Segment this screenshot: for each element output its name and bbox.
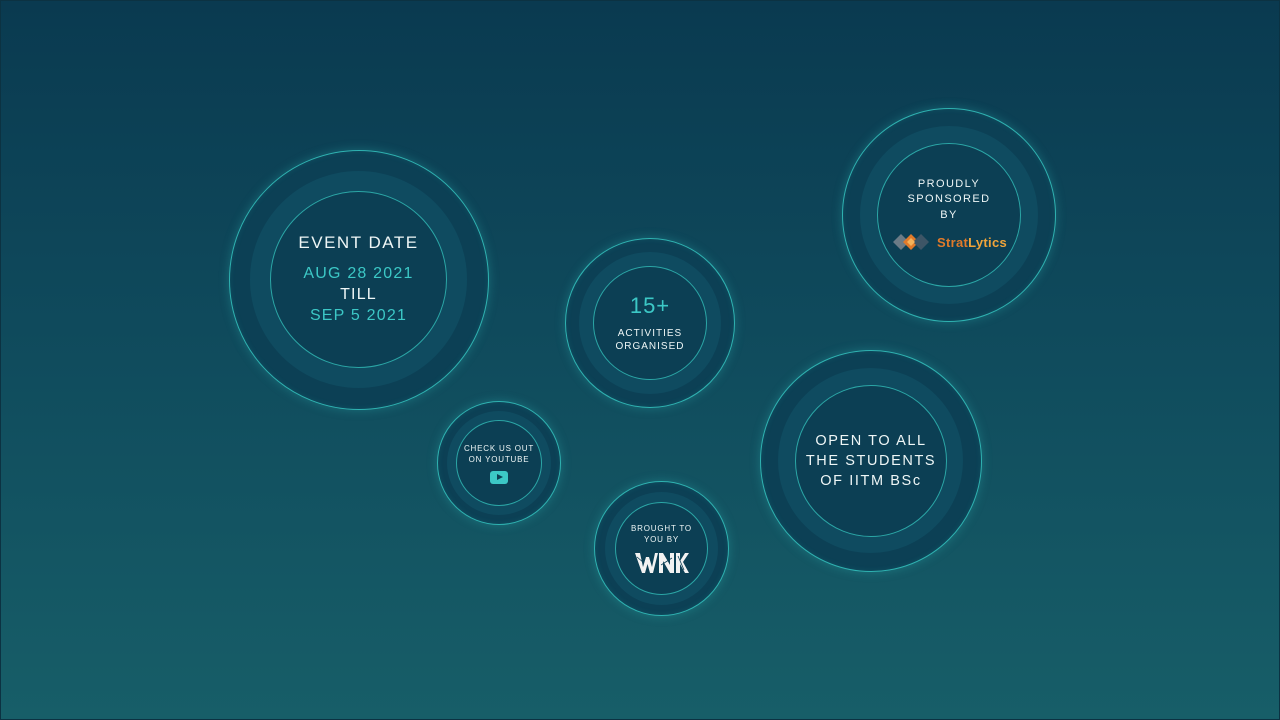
sponsor-logo-text: StratLytics xyxy=(936,234,1007,250)
activities-inner: 15+ ACTIVITIES ORGANISED xyxy=(593,266,707,380)
eligibility-inner: OPEN TO ALL THE STUDENTS OF IITM BSc xyxy=(795,385,947,537)
activities-label-line1: ACTIVITIES xyxy=(617,328,683,339)
activities-count: 15+ xyxy=(629,293,671,318)
eligibility-bubble: OPEN TO ALL THE STUDENTS OF IITM BSc xyxy=(760,350,982,572)
youtube-label-line2: ON YOUTUBE xyxy=(468,455,530,464)
sponsor-inner: PROUDLY SPONSORED BY StratLytics xyxy=(877,143,1021,287)
youtube-play-icon[interactable] xyxy=(490,470,508,484)
event-date-title: EVENT DATE xyxy=(298,233,419,252)
wnk-logo xyxy=(634,552,689,573)
eligibility-line3: OF IITM BSc xyxy=(820,473,922,489)
sponsor-label-line2: SPONSORED xyxy=(907,193,991,206)
event-date-bubble: EVENT DATE AUG 28 2021 TILL SEP 5 2021 xyxy=(229,150,489,410)
sponsor-bubble: PROUDLY SPONSORED BY StratLytics xyxy=(842,108,1056,322)
organizer-bubble: BROUGHT TO YOU BY xyxy=(594,481,729,616)
youtube-inner[interactable]: CHECK US OUT ON YOUTUBE xyxy=(456,420,542,506)
youtube-label-line1: CHECK US OUT xyxy=(463,443,535,453)
sponsor-label-line1: PROUDLY xyxy=(917,177,981,190)
event-end-date: SEP 5 2021 xyxy=(309,307,408,324)
activities-label-line2: ORGANISED xyxy=(615,341,685,352)
organizer-label-line2: YOU BY xyxy=(643,534,680,544)
event-start-date: AUG 28 2021 xyxy=(303,265,414,282)
sponsor-logo[interactable]: StratLytics xyxy=(891,231,1007,253)
organizer-label-line1: BROUGHT TO xyxy=(631,523,692,533)
event-till-label: TILL xyxy=(340,286,377,303)
eligibility-line1: OPEN TO ALL xyxy=(815,433,927,449)
organizer-inner: BROUGHT TO YOU BY xyxy=(615,502,708,595)
activities-bubble: 15+ ACTIVITIES ORGANISED xyxy=(565,238,735,408)
sponsor-label-line3: BY xyxy=(940,208,958,221)
eligibility-line2: THE STUDENTS xyxy=(805,453,937,469)
youtube-bubble[interactable]: CHECK US OUT ON YOUTUBE xyxy=(437,401,561,525)
event-date-inner: EVENT DATE AUG 28 2021 TILL SEP 5 2021 xyxy=(270,191,447,368)
stratlytics-mark-icon xyxy=(892,234,929,251)
